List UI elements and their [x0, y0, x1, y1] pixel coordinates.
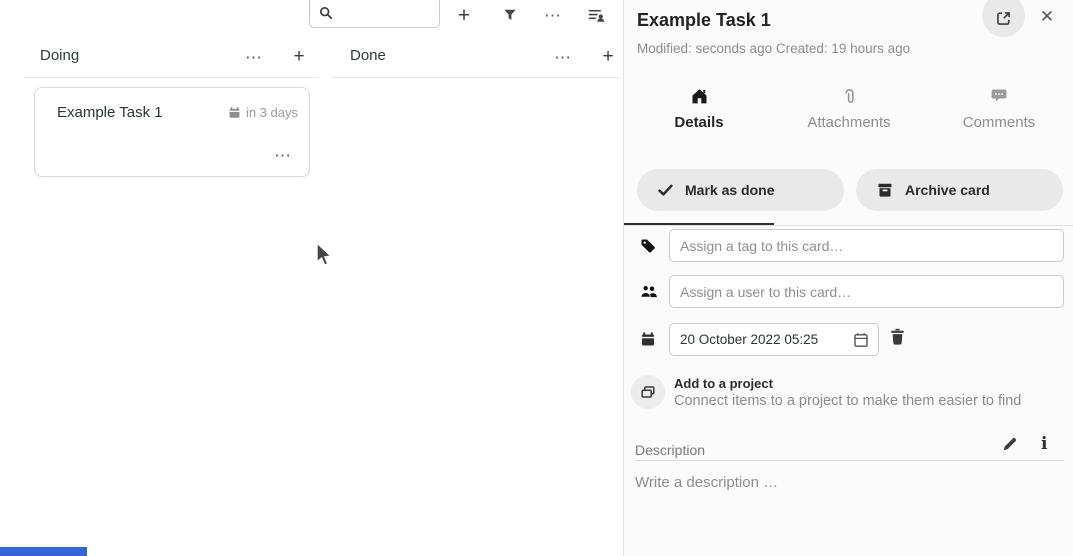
- card-due-date: in 3 days: [228, 105, 298, 120]
- column-doing-menu-button[interactable]: ⋯: [241, 44, 267, 70]
- description-label: Description: [635, 442, 705, 458]
- card-detail-panel: Example Task 1 Modified: seconds ago Cre…: [623, 0, 1073, 556]
- progress-indicator: [0, 547, 87, 556]
- card-title: Example Task 1: [57, 104, 163, 121]
- archive-card-button[interactable]: Archive card: [856, 169, 1063, 211]
- description-info-button[interactable]: i: [1041, 434, 1047, 454]
- tabs-divider: [624, 225, 1073, 226]
- board-menu-button[interactable]: ⋯: [540, 2, 566, 28]
- archive-icon: [877, 182, 893, 198]
- tab-attachments-label: Attachments: [774, 114, 924, 131]
- board-pane: + ⋯ Doing ⋯ + Done ⋯ +: [0, 0, 622, 556]
- tab-details-label: Details: [624, 114, 774, 131]
- assign-tag-input[interactable]: [669, 229, 1064, 262]
- card-due-label: in 3 days: [246, 105, 298, 120]
- detail-title: Example Task 1: [637, 10, 771, 31]
- column-doing-add-button[interactable]: +: [286, 43, 312, 69]
- board-add-button[interactable]: +: [451, 2, 477, 28]
- tab-details[interactable]: Details: [624, 84, 774, 142]
- paperclip-icon: [843, 88, 856, 106]
- column-doing-divider: [24, 77, 319, 78]
- edit-description-button[interactable]: [1002, 436, 1018, 455]
- check-icon: [658, 184, 673, 197]
- trash-icon: [890, 328, 905, 345]
- column-done-menu-button[interactable]: ⋯: [550, 44, 576, 70]
- tab-attachments[interactable]: Attachments: [774, 84, 924, 142]
- search-box: [309, 0, 440, 28]
- due-date-icon: [640, 331, 656, 347]
- remove-date-button[interactable]: [890, 328, 905, 348]
- calendar-picker-icon[interactable]: [853, 332, 869, 348]
- filter-button[interactable]: [497, 2, 523, 28]
- comment-icon: [991, 88, 1007, 103]
- description-divider: [635, 460, 1064, 461]
- mark-as-done-button[interactable]: Mark as done: [637, 169, 844, 211]
- external-link-icon: [995, 10, 1012, 27]
- description-placeholder[interactable]: Write a description …: [635, 474, 778, 491]
- due-date-value: 20 October 2022 05:25: [670, 332, 853, 347]
- pop-out-button[interactable]: [982, 0, 1025, 37]
- detail-meta: Modified: seconds ago Created: 19 hours …: [637, 41, 910, 56]
- assignee-list-icon: [588, 7, 605, 23]
- project-stack-icon: [640, 384, 656, 400]
- mark-as-done-label: Mark as done: [685, 182, 774, 198]
- home-icon: [691, 88, 708, 105]
- kanban-app: + ⋯ Doing ⋯ + Done ⋯ +: [0, 0, 1073, 556]
- column-done-divider: [332, 77, 620, 78]
- close-button[interactable]: ✕: [1033, 3, 1061, 31]
- archive-card-label: Archive card: [905, 182, 990, 198]
- column-title-done: Done: [350, 47, 386, 64]
- tab-comments-label: Comments: [924, 114, 1073, 131]
- tag-icon: [640, 238, 656, 254]
- calendar-icon: [228, 106, 241, 119]
- assignee-filter-button[interactable]: [583, 2, 609, 28]
- assign-user-input[interactable]: [669, 275, 1064, 308]
- mouse-cursor: [313, 241, 335, 269]
- card-menu-button[interactable]: ⋯: [270, 142, 296, 168]
- add-to-project-subtitle: Connect items to a project to make them …: [674, 393, 1021, 409]
- search-input[interactable]: [310, 0, 439, 27]
- detail-tabs: Details Attachments: [624, 84, 1073, 142]
- column-title-doing: Doing: [40, 47, 79, 64]
- pencil-icon: [1002, 436, 1018, 452]
- tab-comments[interactable]: Comments: [924, 84, 1073, 142]
- kanban-card[interactable]: Example Task 1 in 3 days ⋯: [34, 87, 310, 177]
- filter-icon: [503, 8, 517, 22]
- due-date-field[interactable]: 20 October 2022 05:25: [669, 323, 879, 356]
- add-to-project-title[interactable]: Add to a project: [674, 376, 773, 391]
- users-icon: [640, 284, 657, 299]
- project-icon-circle[interactable]: [631, 375, 665, 409]
- column-done-add-button[interactable]: +: [595, 43, 621, 69]
